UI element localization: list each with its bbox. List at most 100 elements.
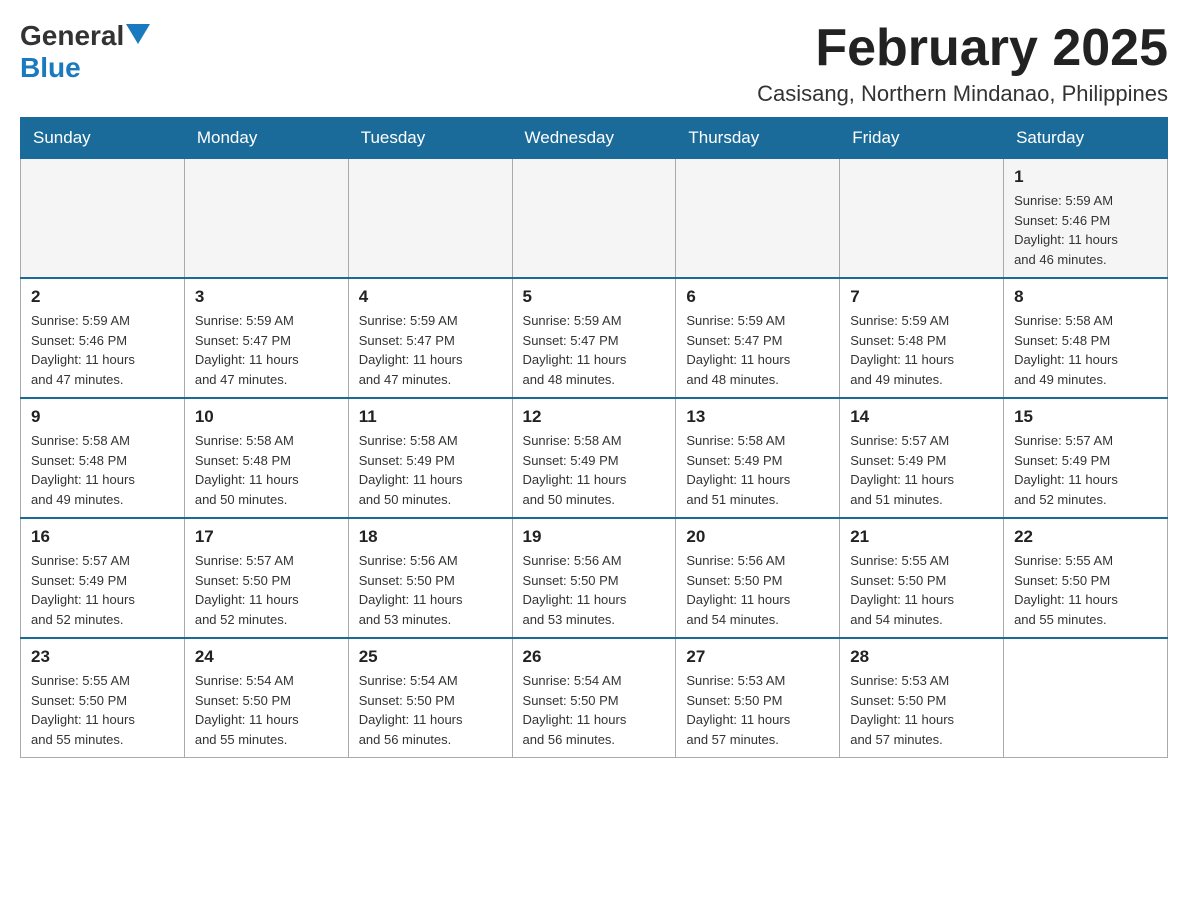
day-number: 20	[686, 527, 829, 547]
day-number: 8	[1014, 287, 1157, 307]
calendar-cell	[676, 159, 840, 279]
day-info: Sunrise: 5:54 AM Sunset: 5:50 PM Dayligh…	[195, 671, 338, 749]
calendar-cell: 25 Sunrise: 5:54 AM Sunset: 5:50 PM Dayli…	[348, 638, 512, 758]
day-info: Sunrise: 5:56 AM Sunset: 5:50 PM Dayligh…	[686, 551, 829, 629]
calendar-cell: 3Sunrise: 5:59 AM Sunset: 5:47 PM Daylig…	[184, 278, 348, 398]
day-number: 21	[850, 527, 993, 547]
calendar-cell: 28Sunrise: 5:53 AM Sunset: 5:50 PM Dayli…	[840, 638, 1004, 758]
logo: General Blue	[20, 20, 150, 84]
day-info: Sunrise: 5:55 AM Sunset: 5:50 PM Dayligh…	[850, 551, 993, 629]
calendar-cell: 19 Sunrise: 5:56 AM Sunset: 5:50 PM Dayli…	[512, 518, 676, 638]
day-info: Sunrise: 5:58 AM Sunset: 5:49 PM Dayligh…	[686, 431, 829, 509]
calendar-cell: 14Sunrise: 5:57 AM Sunset: 5:49 PM Dayli…	[840, 398, 1004, 518]
calendar-cell: 5Sunrise: 5:59 AM Sunset: 5:47 PM Daylig…	[512, 278, 676, 398]
day-info: Sunrise: 5:58 AM Sunset: 5:48 PM Dayligh…	[31, 431, 174, 509]
header-friday: Friday	[840, 118, 1004, 159]
day-number: 13	[686, 407, 829, 427]
calendar-cell	[840, 159, 1004, 279]
day-number: 2	[31, 287, 174, 307]
calendar-cell: 11 Sunrise: 5:58 AM Sunset: 5:49 PM Dayli…	[348, 398, 512, 518]
calendar-cell: 12 Sunrise: 5:58 AM Sunset: 5:49 PM Dayli…	[512, 398, 676, 518]
calendar-cell: 20 Sunrise: 5:56 AM Sunset: 5:50 PM Dayli…	[676, 518, 840, 638]
day-number: 28	[850, 647, 993, 667]
day-info: Sunrise: 5:56 AM Sunset: 5:50 PM Dayligh…	[359, 551, 502, 629]
logo-triangle-icon	[126, 24, 150, 44]
day-info: Sunrise: 5:55 AM Sunset: 5:50 PM Dayligh…	[1014, 551, 1157, 629]
calendar-cell: 10 Sunrise: 5:58 AM Sunset: 5:48 PM Dayli…	[184, 398, 348, 518]
day-number: 22	[1014, 527, 1157, 547]
day-number: 27	[686, 647, 829, 667]
calendar-cell: 18 Sunrise: 5:56 AM Sunset: 5:50 PM Dayli…	[348, 518, 512, 638]
month-title: February 2025	[757, 20, 1168, 77]
calendar-cell: 16 Sunrise: 5:57 AM Sunset: 5:49 PM Dayli…	[21, 518, 185, 638]
day-number: 1	[1014, 167, 1157, 187]
day-info: Sunrise: 5:57 AM Sunset: 5:50 PM Dayligh…	[195, 551, 338, 629]
day-number: 11	[359, 407, 502, 427]
calendar-cell: 15 Sunrise: 5:57 AM Sunset: 5:49 PM Dayli…	[1004, 398, 1168, 518]
day-number: 12	[523, 407, 666, 427]
page-header: General Blue February 2025 Casisang, Nor…	[20, 20, 1168, 107]
day-info: Sunrise: 5:59 AM Sunset: 5:47 PM Dayligh…	[523, 311, 666, 389]
calendar-cell: 23Sunrise: 5:55 AM Sunset: 5:50 PM Dayli…	[21, 638, 185, 758]
calendar-week-row: 23Sunrise: 5:55 AM Sunset: 5:50 PM Dayli…	[21, 638, 1168, 758]
calendar-cell: 27 Sunrise: 5:53 AM Sunset: 5:50 PM Dayli…	[676, 638, 840, 758]
header-thursday: Thursday	[676, 118, 840, 159]
calendar-header-row: SundayMondayTuesdayWednesdayThursdayFrid…	[21, 118, 1168, 159]
day-info: Sunrise: 5:59 AM Sunset: 5:47 PM Dayligh…	[359, 311, 502, 389]
day-number: 19	[523, 527, 666, 547]
day-info: Sunrise: 5:54 AM Sunset: 5:50 PM Dayligh…	[359, 671, 502, 749]
calendar-cell: 22 Sunrise: 5:55 AM Sunset: 5:50 PM Dayli…	[1004, 518, 1168, 638]
day-info: Sunrise: 5:58 AM Sunset: 5:48 PM Dayligh…	[1014, 311, 1157, 389]
calendar-week-row: 16 Sunrise: 5:57 AM Sunset: 5:49 PM Dayli…	[21, 518, 1168, 638]
calendar-cell: 21 Sunrise: 5:55 AM Sunset: 5:50 PM Dayli…	[840, 518, 1004, 638]
calendar-cell: 7Sunrise: 5:59 AM Sunset: 5:48 PM Daylig…	[840, 278, 1004, 398]
logo-general-text: General	[20, 20, 124, 52]
day-number: 18	[359, 527, 502, 547]
calendar-cell: 8 Sunrise: 5:58 AM Sunset: 5:48 PM Daylig…	[1004, 278, 1168, 398]
calendar-table: SundayMondayTuesdayWednesdayThursdayFrid…	[20, 117, 1168, 758]
day-number: 10	[195, 407, 338, 427]
day-number: 25	[359, 647, 502, 667]
calendar-cell	[512, 159, 676, 279]
header-wednesday: Wednesday	[512, 118, 676, 159]
day-info: Sunrise: 5:58 AM Sunset: 5:48 PM Dayligh…	[195, 431, 338, 509]
day-number: 17	[195, 527, 338, 547]
calendar-cell: 1Sunrise: 5:59 AM Sunset: 5:46 PM Daylig…	[1004, 159, 1168, 279]
calendar-week-row: 9Sunrise: 5:58 AM Sunset: 5:48 PM Daylig…	[21, 398, 1168, 518]
day-number: 16	[31, 527, 174, 547]
day-info: Sunrise: 5:53 AM Sunset: 5:50 PM Dayligh…	[686, 671, 829, 749]
day-number: 15	[1014, 407, 1157, 427]
day-number: 24	[195, 647, 338, 667]
header-tuesday: Tuesday	[348, 118, 512, 159]
day-number: 4	[359, 287, 502, 307]
header-saturday: Saturday	[1004, 118, 1168, 159]
calendar-cell: 6Sunrise: 5:59 AM Sunset: 5:47 PM Daylig…	[676, 278, 840, 398]
day-number: 26	[523, 647, 666, 667]
calendar-week-row: 2 Sunrise: 5:59 AM Sunset: 5:46 PM Daylig…	[21, 278, 1168, 398]
day-info: Sunrise: 5:54 AM Sunset: 5:50 PM Dayligh…	[523, 671, 666, 749]
calendar-cell: 2 Sunrise: 5:59 AM Sunset: 5:46 PM Daylig…	[21, 278, 185, 398]
header-sunday: Sunday	[21, 118, 185, 159]
calendar-cell: 4 Sunrise: 5:59 AM Sunset: 5:47 PM Daylig…	[348, 278, 512, 398]
calendar-cell	[348, 159, 512, 279]
day-info: Sunrise: 5:58 AM Sunset: 5:49 PM Dayligh…	[523, 431, 666, 509]
calendar-cell: 13 Sunrise: 5:58 AM Sunset: 5:49 PM Dayli…	[676, 398, 840, 518]
day-info: Sunrise: 5:57 AM Sunset: 5:49 PM Dayligh…	[850, 431, 993, 509]
location-title: Casisang, Northern Mindanao, Philippines	[757, 81, 1168, 107]
calendar-cell	[21, 159, 185, 279]
calendar-cell: 26 Sunrise: 5:54 AM Sunset: 5:50 PM Dayli…	[512, 638, 676, 758]
calendar-cell	[1004, 638, 1168, 758]
logo-blue-text: Blue	[20, 52, 81, 84]
calendar-cell	[184, 159, 348, 279]
day-info: Sunrise: 5:59 AM Sunset: 5:46 PM Dayligh…	[31, 311, 174, 389]
calendar-cell: 17 Sunrise: 5:57 AM Sunset: 5:50 PM Dayli…	[184, 518, 348, 638]
day-info: Sunrise: 5:57 AM Sunset: 5:49 PM Dayligh…	[1014, 431, 1157, 509]
calendar-cell: 9Sunrise: 5:58 AM Sunset: 5:48 PM Daylig…	[21, 398, 185, 518]
day-info: Sunrise: 5:56 AM Sunset: 5:50 PM Dayligh…	[523, 551, 666, 629]
day-number: 3	[195, 287, 338, 307]
day-info: Sunrise: 5:58 AM Sunset: 5:49 PM Dayligh…	[359, 431, 502, 509]
day-info: Sunrise: 5:57 AM Sunset: 5:49 PM Dayligh…	[31, 551, 174, 629]
day-number: 7	[850, 287, 993, 307]
calendar-cell: 24 Sunrise: 5:54 AM Sunset: 5:50 PM Dayli…	[184, 638, 348, 758]
day-number: 6	[686, 287, 829, 307]
